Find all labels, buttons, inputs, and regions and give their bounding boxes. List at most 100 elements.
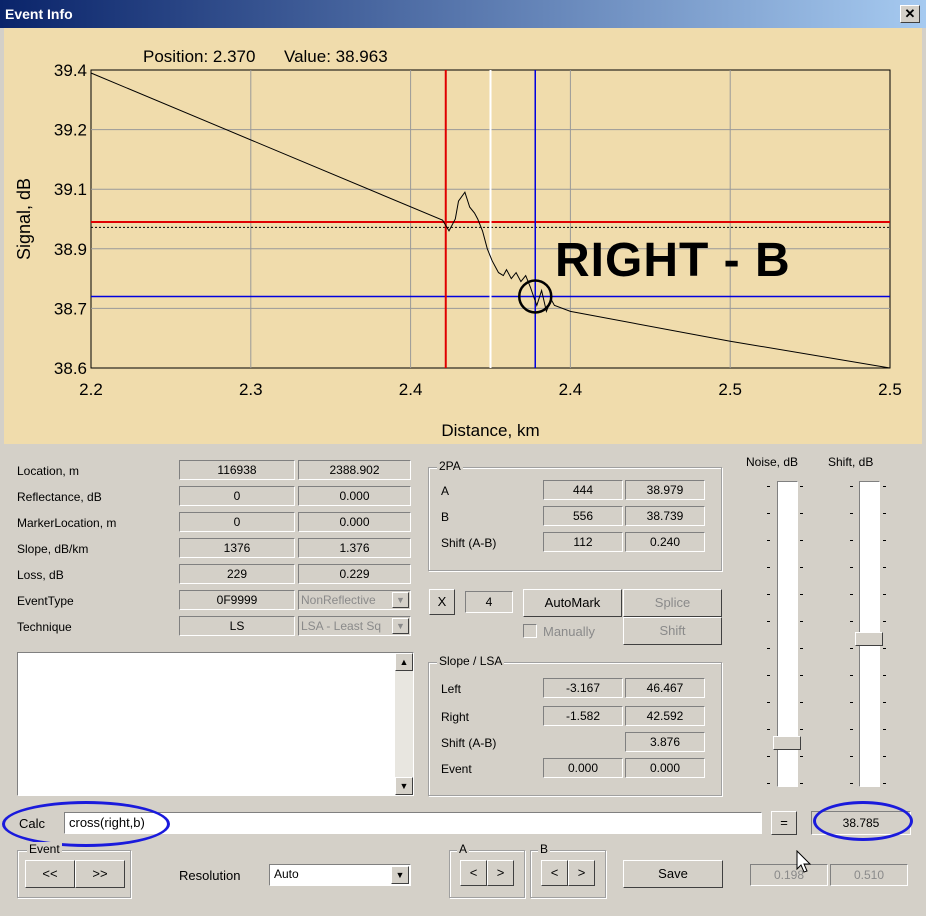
slider-tick <box>767 513 770 514</box>
field-value-2: 1.376 <box>298 538 411 558</box>
slider-tick <box>767 783 770 784</box>
select-value: NonReflective <box>301 593 376 607</box>
output-field-2: 0.510 <box>830 864 908 886</box>
slider-tick <box>883 540 886 541</box>
eventtype-select[interactable]: NonReflective ▼ <box>298 590 411 610</box>
splice-button[interactable]: Splice <box>623 589 722 617</box>
x-tick-label: 2.4 <box>559 380 583 399</box>
x-tick-label: 2.5 <box>878 380 902 399</box>
prev-event-button[interactable]: << <box>25 860 75 888</box>
slider-tick <box>883 594 886 595</box>
title-bar: Event Info ✕ <box>0 0 926 28</box>
slider-tick <box>850 675 853 676</box>
equals-button[interactable]: = <box>771 811 797 835</box>
field-value-1: 116938 <box>179 460 295 480</box>
a-right-button[interactable]: > <box>487 860 514 886</box>
slider-tick <box>850 540 853 541</box>
event-group-title: Event <box>27 842 62 856</box>
slider-tick <box>850 486 853 487</box>
y-axis-label: Signal, dB <box>14 178 34 260</box>
x-axis-label: Distance, km <box>441 421 539 440</box>
x-value-field[interactable]: 4 <box>465 591 513 613</box>
slider-tick <box>800 540 803 541</box>
field-label: MarkerLocation, m <box>17 516 117 530</box>
plot-area[interactable]: 2.2 2.3 2.4 2.4 2.5 2.5 39.4 39.2 39.1 38.9 38.7 38… <box>4 28 922 444</box>
slope-left-v2: 46.467 <box>625 678 705 698</box>
noise-slider-thumb[interactable] <box>773 735 801 750</box>
resolution-value: Auto <box>274 867 299 881</box>
resolution-select[interactable]: Auto ▼ <box>269 864 411 886</box>
scroll-up-button[interactable]: ▲ <box>395 653 413 671</box>
a-group-title: A <box>457 842 470 856</box>
b-right-button[interactable]: > <box>568 860 595 886</box>
chevron-down-icon[interactable]: ▼ <box>392 618 409 634</box>
field-value-2: 0.229 <box>298 564 411 584</box>
slider-tick <box>883 621 886 622</box>
chevron-down-icon[interactable]: ▼ <box>392 592 409 608</box>
y-tick-label: 38.7 <box>54 299 87 318</box>
twopa-value: 112 <box>543 532 623 552</box>
calc-highlight-ellipse <box>2 801 170 847</box>
slider-tick <box>767 702 770 703</box>
a-left-button[interactable]: < <box>460 860 487 886</box>
y-tick-label: 39.4 <box>54 61 87 80</box>
field-value-2: 0.000 <box>298 512 411 532</box>
shift-slider-thumb[interactable] <box>855 632 883 646</box>
slider-tick <box>850 756 853 757</box>
b-left-button[interactable]: < <box>541 860 568 886</box>
slider-tick <box>883 783 886 784</box>
next-event-button[interactable]: >> <box>75 860 125 888</box>
slider-tick <box>850 621 853 622</box>
field-label: Technique <box>17 620 72 634</box>
field-label: EventType <box>17 594 74 608</box>
select-value: LSA - Least Sq <box>301 619 382 633</box>
slider-tick <box>800 486 803 487</box>
scroll-down-button[interactable]: ▼ <box>395 777 413 795</box>
slope-shift-label: Shift (A-B) <box>441 736 497 750</box>
annotation-label: RIGHT - B <box>555 234 791 287</box>
slider-tick <box>883 675 886 676</box>
notes-textarea[interactable]: ▲ ▼ <box>17 652 414 796</box>
slider-tick <box>850 567 853 568</box>
slider-tick <box>800 756 803 757</box>
slope-right-v1: -1.582 <box>543 706 623 726</box>
manually-checkbox[interactable] <box>523 624 537 638</box>
slider-tick <box>800 594 803 595</box>
slider-tick <box>767 756 770 757</box>
field-label: Slope, dB/km <box>17 542 89 556</box>
mouse-cursor-icon <box>796 850 812 873</box>
field-label: Loss, dB <box>17 568 64 582</box>
slider-tick <box>767 621 770 622</box>
slider-tick <box>850 513 853 514</box>
technique-select[interactable]: LSA - Least Sq ▼ <box>298 616 411 636</box>
notes-scrollbar[interactable]: ▲ ▼ <box>395 653 413 795</box>
x-tick-label: 2.4 <box>399 380 423 399</box>
field-value-1: 1376 <box>179 538 295 558</box>
field-value-2: 0.000 <box>298 486 411 506</box>
manually-label: Manually <box>543 624 596 639</box>
close-button[interactable]: ✕ <box>900 5 920 23</box>
slope-left-v1: -3.167 <box>543 678 623 698</box>
slider-tick <box>767 486 770 487</box>
y-tick-label: 38.6 <box>54 359 87 378</box>
automark-button[interactable]: AutoMark <box>523 589 622 617</box>
shift-button[interactable]: Shift <box>623 617 722 645</box>
slider-tick <box>850 702 853 703</box>
position-readout: Position: 2.370 <box>143 47 256 66</box>
slider-tick <box>767 567 770 568</box>
twopa-value: 556 <box>543 506 623 526</box>
slider-tick <box>800 567 803 568</box>
slider-tick <box>800 675 803 676</box>
slope-event-v1: 0.000 <box>543 758 623 778</box>
slope-shift-v2: 3.876 <box>625 732 705 752</box>
x-button[interactable]: X <box>429 589 455 615</box>
slider-tick <box>883 702 886 703</box>
slope-title: Slope / LSA <box>437 654 505 668</box>
field-value-1: 0F9999 <box>179 590 295 610</box>
y-tick-label: 38.9 <box>54 240 87 259</box>
slope-event-v2: 0.000 <box>625 758 705 778</box>
twopa-value: 38.979 <box>625 480 705 500</box>
save-button[interactable]: Save <box>623 860 723 888</box>
x-tick-label: 2.5 <box>718 380 742 399</box>
resolution-dropdown-button[interactable]: ▼ <box>391 866 409 884</box>
